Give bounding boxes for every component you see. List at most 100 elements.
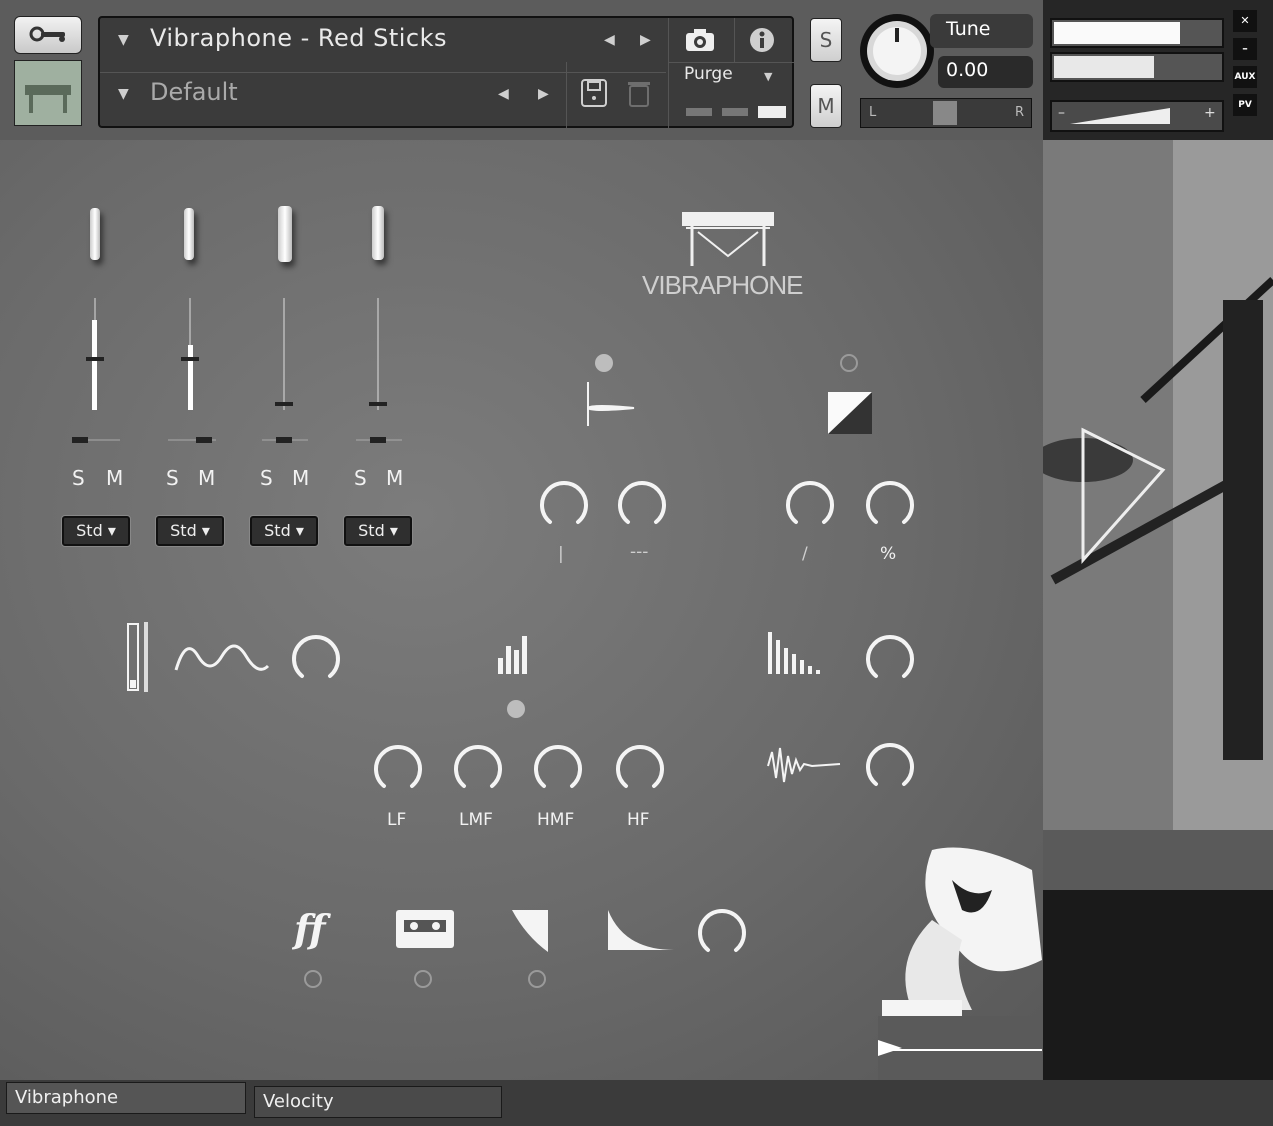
- motor-speed-slider-icon[interactable]: [124, 620, 154, 694]
- reverb-enable-toggle[interactable]: [595, 354, 613, 372]
- mute-button[interactable]: M: [810, 84, 842, 128]
- instrument-thumbnail[interactable]: [14, 60, 82, 126]
- channel-2-mute[interactable]: M: [198, 466, 215, 490]
- solo-button[interactable]: S: [810, 18, 842, 62]
- release-bars-icon: [768, 632, 820, 674]
- channel-4-mode-dropdown[interactable]: Std ▾: [344, 516, 412, 546]
- transient-attack-label: /: [802, 544, 808, 564]
- mixer-faders[interactable]: [60, 290, 420, 450]
- minimize-button[interactable]: –: [1233, 38, 1257, 60]
- memory-meter-segment: [686, 108, 712, 116]
- reverb-size-knob[interactable]: [536, 476, 592, 532]
- noise-waveform-icon: [767, 747, 841, 783]
- tab-velocity[interactable]: Velocity: [254, 1086, 502, 1118]
- vibraphone-thumbnail-icon: [25, 85, 71, 113]
- channel-2-mode-dropdown[interactable]: Std ▾: [156, 516, 224, 546]
- channel-2-solo[interactable]: S: [166, 466, 179, 490]
- release-knob[interactable]: [862, 630, 918, 686]
- purge-dropdown-icon[interactable]: ▼: [764, 70, 772, 83]
- filter-toggle[interactable]: [528, 970, 546, 988]
- transient-attack-knob[interactable]: [782, 476, 838, 532]
- next-instrument-icon[interactable]: ▶: [640, 32, 651, 48]
- prev-preset-icon[interactable]: ◀: [498, 86, 509, 102]
- next-preset-icon[interactable]: ▶: [538, 86, 549, 102]
- settings-wrench-button[interactable]: [14, 16, 82, 54]
- channel-4-mute[interactable]: M: [386, 466, 403, 490]
- microphone-stand-image: [1043, 140, 1273, 1080]
- instrument-panel: ▼ Vibraphone - Red Sticks ◀ ▶ ▼ Default …: [98, 16, 794, 128]
- preset-dropdown-icon[interactable]: ▼: [118, 86, 129, 102]
- mic-4-icon[interactable]: [372, 206, 384, 260]
- gramophone-artwork: [878, 847, 1042, 1080]
- preset-name[interactable]: Default: [150, 78, 238, 106]
- mic-3-icon[interactable]: [278, 206, 292, 262]
- prev-instrument-icon[interactable]: ◀: [604, 32, 615, 48]
- tremolo-depth-knob[interactable]: [288, 630, 344, 686]
- level-meter-left: [1050, 18, 1224, 48]
- divider: [668, 18, 669, 128]
- divider: [566, 62, 567, 128]
- eq-lmf-knob[interactable]: [450, 740, 506, 796]
- channel-3-solo[interactable]: S: [260, 466, 273, 490]
- divider: [668, 62, 794, 63]
- envelope-knob[interactable]: [694, 904, 750, 960]
- vibraphone-logo-text: VIBRAPHONE: [642, 270, 803, 300]
- level-meter-right: [1050, 52, 1224, 82]
- tape-cassette-icon: [396, 910, 454, 948]
- channel-1-mode-dropdown[interactable]: Std ▾: [62, 516, 130, 546]
- divider: [734, 18, 735, 62]
- eq-hmf-label: HMF: [537, 810, 575, 830]
- memory-meter-segment: [722, 108, 748, 116]
- memory-meter-segment: [758, 106, 786, 118]
- pan-handle[interactable]: [933, 101, 957, 125]
- save-icon[interactable]: [580, 78, 608, 108]
- pan-right-label: R: [1015, 105, 1025, 120]
- snapshot-camera-icon[interactable]: [684, 26, 716, 52]
- reverb-mix-knob[interactable]: [614, 476, 670, 532]
- instrument-dropdown-icon[interactable]: ▼: [118, 32, 129, 48]
- transient-shaper-icon: [828, 392, 872, 434]
- aux-button[interactable]: AUX: [1233, 66, 1257, 88]
- volume-slider[interactable]: – +: [1050, 100, 1224, 132]
- instrument-name[interactable]: Vibraphone - Red Sticks: [150, 24, 447, 52]
- channel-1-mute[interactable]: M: [106, 466, 123, 490]
- studio-photo: [1043, 140, 1273, 1080]
- channel-3-mute[interactable]: M: [292, 466, 309, 490]
- envelope-decay-icon: [608, 910, 674, 950]
- noise-level-knob[interactable]: [862, 738, 918, 794]
- dynamics-ff-icon: ff: [292, 906, 331, 951]
- pv-button[interactable]: PV: [1233, 94, 1257, 116]
- channel-4-solo[interactable]: S: [354, 466, 367, 490]
- close-button[interactable]: ✕: [1233, 10, 1257, 32]
- reverb-size-label: |: [558, 544, 564, 564]
- channel-1-solo[interactable]: S: [72, 466, 85, 490]
- eq-lmf-label: LMF: [459, 810, 493, 830]
- reverb-mix-label: ---: [630, 542, 649, 562]
- pan-left-label: L: [869, 105, 877, 120]
- tape-toggle[interactable]: [414, 970, 432, 988]
- filter-curve-icon: [512, 910, 548, 952]
- svg-text:ff: ff: [292, 906, 331, 951]
- transient-amount-label: %: [880, 544, 897, 564]
- delete-icon[interactable]: [626, 78, 652, 108]
- tune-knob[interactable]: [858, 12, 936, 90]
- volume-plus-label: +: [1204, 105, 1216, 121]
- eq-enable-toggle[interactable]: [507, 700, 525, 718]
- eq-hmf-knob[interactable]: [530, 740, 586, 796]
- dynamics-toggle[interactable]: [304, 970, 322, 988]
- mic-1-icon[interactable]: [90, 208, 100, 260]
- channel-3-mode-dropdown[interactable]: Std ▾: [250, 516, 318, 546]
- pan-slider[interactable]: L R: [860, 98, 1032, 128]
- tab-vibraphone[interactable]: Vibraphone: [6, 1082, 246, 1114]
- info-icon[interactable]: [748, 26, 776, 54]
- transient-enable-toggle[interactable]: [840, 354, 858, 372]
- mic-2-icon[interactable]: [184, 208, 194, 260]
- transient-amount-knob[interactable]: [862, 476, 918, 532]
- eq-hf-knob[interactable]: [612, 740, 668, 796]
- purge-button[interactable]: Purge: [684, 64, 733, 84]
- eq-lf-knob[interactable]: [370, 740, 426, 796]
- eq-lf-label: LF: [387, 810, 407, 830]
- tune-value[interactable]: 0.00: [946, 59, 988, 81]
- eq-hf-label: HF: [627, 810, 650, 830]
- tremolo-wave-icon: [174, 644, 270, 671]
